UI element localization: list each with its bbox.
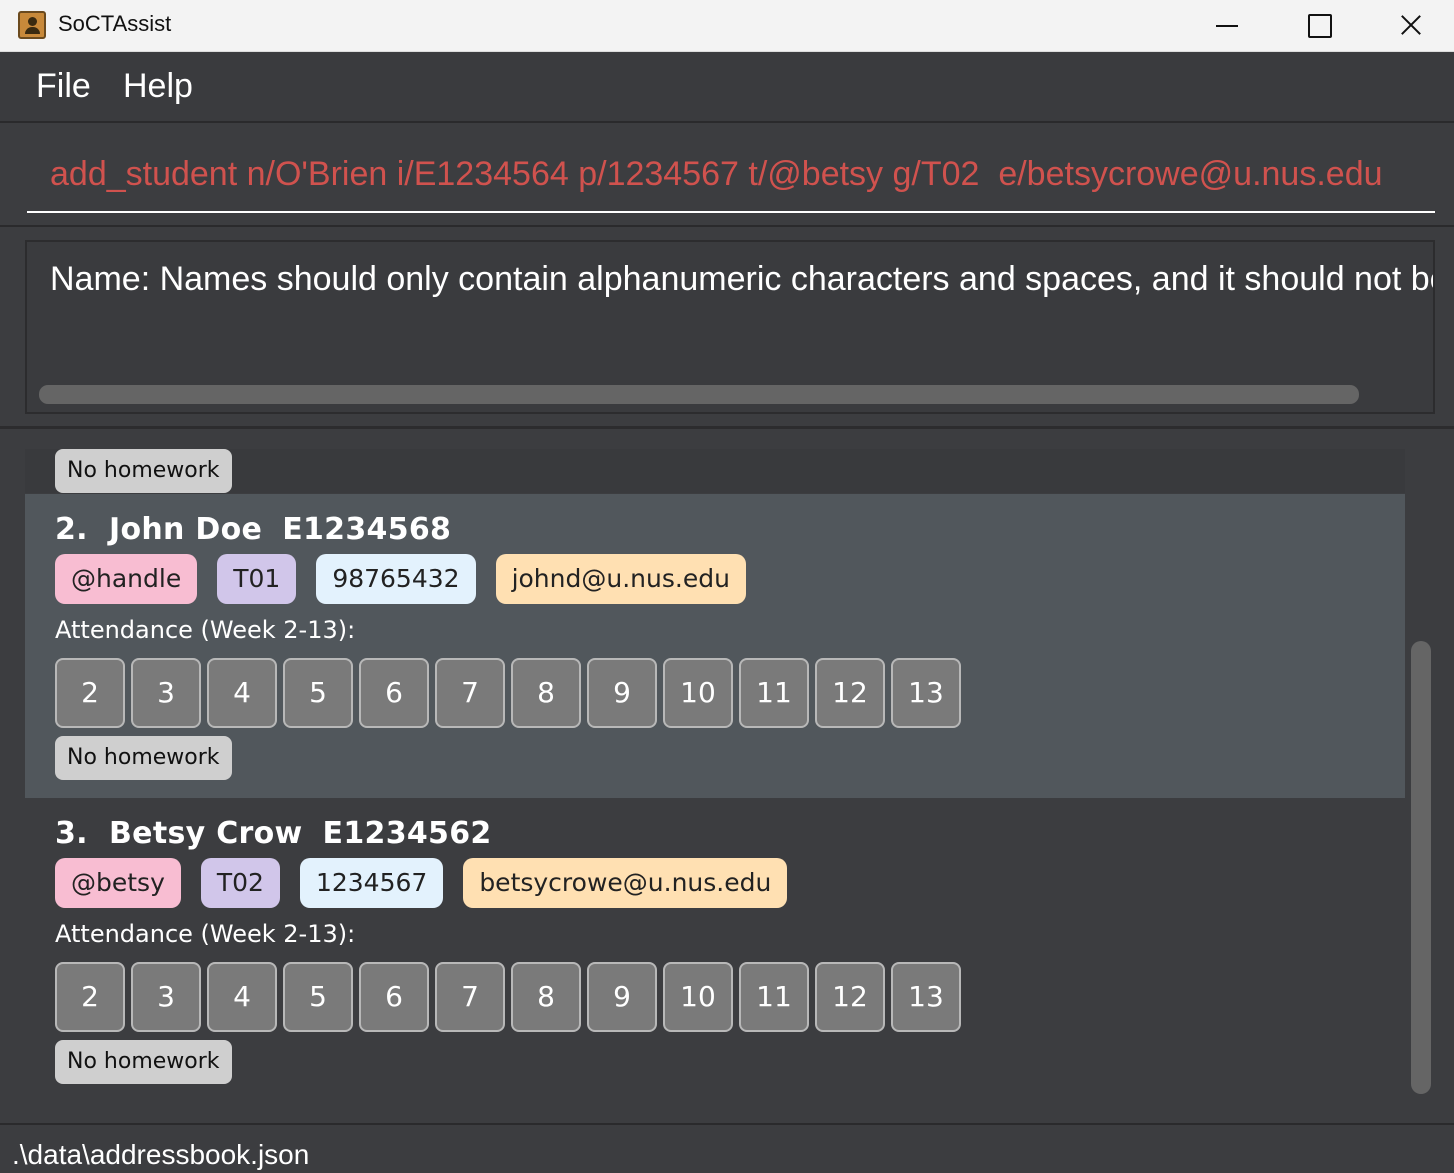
attendance-week[interactable]: 6	[359, 962, 429, 1032]
window-title: SoCTAssist	[58, 11, 172, 36]
attendance-week[interactable]: 2	[55, 962, 125, 1032]
menu-bar: File Help	[0, 53, 1454, 123]
attendance-weeks: 2 3 4 5 6 7 8 9 10 11 12 13	[55, 962, 961, 1032]
tutorial-group-chip: T02	[200, 858, 280, 908]
attendance-week[interactable]: 8	[511, 962, 581, 1032]
menu-file[interactable]: File	[36, 67, 91, 106]
attendance-week[interactable]: 4	[207, 962, 277, 1032]
homework-badge: No homework	[55, 736, 232, 780]
student-index: 2.	[55, 512, 88, 547]
contact-book-icon	[18, 11, 46, 39]
command-input[interactable]: add_student n/O'Brien i/E1234564 p/12345…	[50, 155, 1383, 194]
attendance-week[interactable]: 10	[663, 658, 733, 728]
attendance-week[interactable]: 5	[283, 658, 353, 728]
attendance-week[interactable]: 8	[511, 658, 581, 728]
telegram-tag-chip: @betsy	[55, 858, 181, 908]
attendance-week[interactable]: 11	[739, 962, 809, 1032]
email-chip: betsycrowe@u.nus.edu	[463, 858, 788, 908]
attendance-week[interactable]: 3	[131, 658, 201, 728]
attendance-week[interactable]: 7	[435, 962, 505, 1032]
student-card-partial[interactable]: No homework	[25, 449, 1405, 493]
email-chip: johnd@u.nus.edu	[495, 554, 746, 604]
attendance-week[interactable]: 3	[131, 962, 201, 1032]
command-box: add_student n/O'Brien i/E1234564 p/12345…	[0, 125, 1454, 227]
student-index: 3.	[55, 816, 88, 851]
data-file-path: .\data\addressbook.json	[12, 1139, 310, 1170]
title-bar: SoCTAssist	[0, 0, 1454, 52]
attendance-week[interactable]: 12	[815, 962, 885, 1032]
attendance-weeks: 2 3 4 5 6 7 8 9 10 11 12 13	[55, 658, 961, 728]
student-chips: @betsy T02 1234567 betsycrowe@u.nus.edu	[55, 858, 788, 908]
status-bar: .\data\addressbook.json	[0, 1123, 1454, 1173]
attendance-week[interactable]: 5	[283, 962, 353, 1032]
phone-chip: 1234567	[299, 858, 444, 908]
homework-badge: No homework	[55, 1040, 232, 1084]
student-id: E1234562	[322, 816, 492, 851]
student-card[interactable]: 2. John Doe E1234568 @handle T01 98765432 …	[25, 494, 1405, 798]
student-id: E1234568	[282, 512, 452, 547]
attendance-week[interactable]: 9	[587, 658, 657, 728]
attendance-label: Attendance (Week 2-13):	[55, 920, 356, 948]
minimize-icon[interactable]	[1180, 0, 1272, 52]
list-vertical-scrollbar[interactable]	[1411, 641, 1431, 1094]
homework-badge: No homework	[55, 449, 232, 493]
result-horizontal-scrollbar[interactable]	[39, 385, 1359, 404]
attendance-week[interactable]: 6	[359, 658, 429, 728]
attendance-week[interactable]: 13	[891, 962, 961, 1032]
command-input-underline	[27, 211, 1435, 213]
attendance-week[interactable]: 13	[891, 658, 961, 728]
student-title: 3. Betsy Crow E1234562	[55, 816, 492, 851]
student-title: 2. John Doe E1234568	[55, 512, 451, 547]
student-list[interactable]: No homework 2. John Doe E1234568 @handle T…	[25, 449, 1405, 1102]
attendance-week[interactable]: 9	[587, 962, 657, 1032]
close-icon[interactable]	[1364, 0, 1454, 52]
attendance-week[interactable]: 12	[815, 658, 885, 728]
result-message: Name: Names should only contain alphanum…	[50, 260, 1435, 298]
attendance-week[interactable]: 2	[55, 658, 125, 728]
panel-divider	[0, 426, 1454, 429]
phone-chip: 98765432	[316, 554, 476, 604]
attendance-week[interactable]: 7	[435, 658, 505, 728]
attendance-label: Attendance (Week 2-13):	[55, 616, 356, 644]
attendance-week[interactable]: 11	[739, 658, 809, 728]
student-name: Betsy Crow	[109, 816, 303, 851]
student-card[interactable]: 3. Betsy Crow E1234562 @betsy T02 1234567 …	[25, 798, 1405, 1102]
result-display: Name: Names should only contain alphanum…	[25, 240, 1435, 414]
telegram-tag-chip: @handle	[55, 554, 198, 604]
student-name: John Doe	[109, 512, 263, 547]
tutorial-group-chip: T01	[217, 554, 297, 604]
student-chips: @handle T01 98765432 johnd@u.nus.edu	[55, 554, 746, 604]
menu-help[interactable]: Help	[123, 67, 193, 106]
maximize-icon[interactable]	[1272, 0, 1364, 52]
attendance-week[interactable]: 10	[663, 962, 733, 1032]
attendance-week[interactable]: 4	[207, 658, 277, 728]
